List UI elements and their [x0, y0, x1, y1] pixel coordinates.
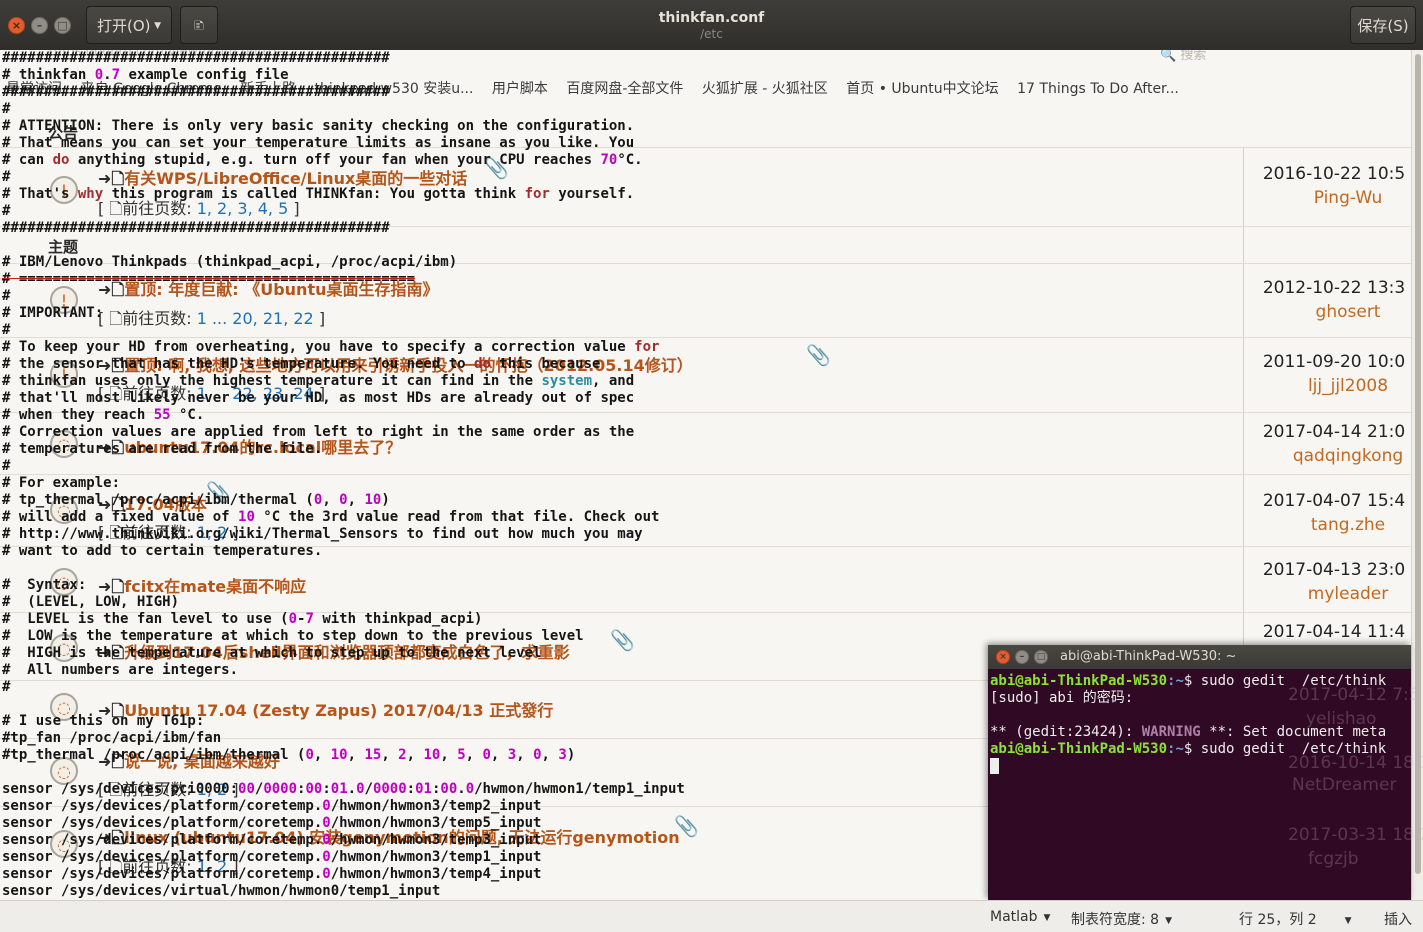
code-line[interactable]: ########################################…: [2, 220, 685, 237]
terminal-line: [990, 758, 1411, 775]
code-line[interactable]: sensor /sys/devices/platform/coretemp.0/…: [2, 866, 685, 883]
code-line[interactable]: # LEVEL is the fan level to use (0-7 wit…: [2, 611, 685, 628]
code-line[interactable]: #: [2, 322, 685, 339]
code-line[interactable]: # thinkfan uses only the highest tempera…: [2, 373, 685, 390]
code-line[interactable]: # Correction values are applied from lef…: [2, 424, 685, 441]
code-line[interactable]: # thinkfan 0.7 example config file: [2, 67, 685, 84]
code-line[interactable]: # That means you can set your temperatur…: [2, 135, 685, 152]
terminal-line: [sudo] abi 的密码:: [990, 690, 1134, 706]
code-line[interactable]: #tp_thermal /proc/acpi/ibm/thermal (0, 1…: [2, 747, 685, 764]
terminal-close-button[interactable]: ×: [996, 650, 1010, 664]
code-line[interactable]: # That's why this program is called THIN…: [2, 186, 685, 203]
window-maximize-button[interactable]: □: [54, 17, 71, 34]
terminal-prompt: abi@abi-ThinkPad-W530: [990, 673, 1168, 689]
terminal-titlebar: × – □ abi@abi-ThinkPad-W530: ~: [988, 645, 1411, 669]
open-button-label: 打开(O): [97, 17, 151, 35]
terminal-line: ** (gedit:23424): WARNING **: Set docume…: [990, 724, 1411, 741]
cursor-position-label: 行 25，列 2: [1239, 912, 1317, 928]
code-line[interactable]: sensor /sys/devices/pci0000:00/0000:00:0…: [2, 781, 685, 798]
document-title: thinkfan.conf: [658, 10, 765, 26]
code-line[interactable]: ​: [2, 696, 685, 713]
terminal-line: abi@abi-ThinkPad-W530:~$ sudo gedit /etc…: [990, 673, 1411, 690]
terminal-maximize-button[interactable]: □: [1034, 650, 1048, 664]
code-line[interactable]: # ======================================…: [2, 271, 685, 288]
code-line[interactable]: # http://www.thinkwiki.org/wiki/Thermal_…: [2, 526, 685, 543]
chevron-down-icon: ▼: [1165, 916, 1172, 926]
tab-width-selector[interactable]: 制表符宽度: 8 ▼: [1071, 909, 1172, 929]
code-line[interactable]: #: [2, 203, 685, 220]
terminal-output[interactable]: abi@abi-ThinkPad-W530:~$ sudo gedit /etc…: [990, 673, 1411, 898]
terminal-command: $ sudo gedit /etc/think: [1183, 741, 1387, 757]
code-line[interactable]: ########################################…: [2, 84, 685, 101]
terminal-minimize-button[interactable]: –: [1015, 650, 1029, 664]
code-line[interactable]: # that'll most likely never be your HD, …: [2, 390, 685, 407]
language-label: Matlab: [990, 909, 1038, 925]
code-line[interactable]: ​: [2, 560, 685, 577]
code-content[interactable]: ########################################…: [2, 50, 685, 900]
code-line[interactable]: # can do anything stupid, e.g. turn off …: [2, 152, 685, 169]
code-line[interactable]: # HIGH is the temperature at which to st…: [2, 645, 685, 662]
code-line[interactable]: # To keep your HD from overheating, you …: [2, 339, 685, 356]
terminal-warning-prefix: ** (gedit:23424):: [990, 724, 1142, 740]
open-menu-button[interactable]: 打开(O) ▼: [86, 6, 172, 44]
code-line[interactable]: # All numbers are integers.: [2, 662, 685, 679]
code-line[interactable]: # ATTENTION: There is only very basic sa…: [2, 118, 685, 135]
code-line[interactable]: # tp_thermal /proc/acpi/ibm/thermal (0, …: [2, 492, 685, 509]
code-line[interactable]: # the sensor that has the HD's temperatu…: [2, 356, 685, 373]
tab-width-label: 制表符宽度: 8: [1071, 912, 1160, 928]
code-line[interactable]: # (LEVEL, LOW, HIGH): [2, 594, 685, 611]
code-line[interactable]: #tp_fan /proc/acpi/ibm/fan: [2, 730, 685, 747]
document-plus-icon: 🗈: [193, 18, 205, 34]
status-bar: Matlab ▼ 制表符宽度: 8 ▼ 行 25，列 2 ▼ 插入: [0, 900, 1423, 932]
code-line[interactable]: # IMPORTANT:: [2, 305, 685, 322]
code-line[interactable]: # For example:: [2, 475, 685, 492]
code-line[interactable]: # IBM/Lenovo Thinkpads (thinkpad_acpi, /…: [2, 254, 685, 271]
terminal-cursor: [990, 758, 999, 774]
terminal-title: abi@abi-ThinkPad-W530: ~: [1060, 649, 1237, 664]
window-close-button[interactable]: ×: [8, 17, 25, 34]
terminal-warning-text: **: Set document meta: [1200, 724, 1387, 740]
code-line[interactable]: # LOW is the temperature at which to ste…: [2, 628, 685, 645]
window-titlebar: × – □ 打开(O) ▼ 🗈 thinkfan.conf /etc 保存(S): [0, 0, 1423, 50]
code-line[interactable]: #: [2, 169, 685, 186]
insert-mode-indicator[interactable]: 插入: [1384, 909, 1412, 929]
terminal-prompt: abi@abi-ThinkPad-W530: [990, 741, 1168, 757]
terminal-path: :~: [1167, 673, 1184, 689]
code-line[interactable]: ​: [2, 237, 685, 254]
code-line[interactable]: # Syntax:: [2, 577, 685, 594]
code-line[interactable]: ​: [2, 764, 685, 781]
code-line[interactable]: #: [2, 288, 685, 305]
code-line[interactable]: #: [2, 101, 685, 118]
code-line[interactable]: sensor /sys/devices/platform/coretemp.0/…: [2, 849, 685, 866]
code-line[interactable]: #: [2, 679, 685, 696]
chevron-down-icon: ▼: [154, 21, 161, 31]
code-line[interactable]: # temperatures are read from the file.: [2, 441, 685, 458]
cursor-position[interactable]: 行 25，列 2 ▼: [1239, 909, 1352, 929]
code-line[interactable]: ########################################…: [2, 50, 685, 67]
terminal-warning: WARNING: [1141, 724, 1201, 740]
terminal-command: $ sudo gedit /etc/think: [1183, 673, 1387, 689]
code-line[interactable]: sensor /sys/devices/platform/coretemp.0/…: [2, 798, 685, 815]
code-line[interactable]: sensor /sys/devices/platform/coretemp.0/…: [2, 832, 685, 849]
language-selector[interactable]: Matlab ▼: [990, 909, 1050, 925]
new-tab-button[interactable]: 🗈: [180, 6, 218, 44]
window-minimize-button[interactable]: –: [31, 17, 48, 34]
document-path: /etc: [700, 27, 723, 41]
code-line[interactable]: # I use this on my T61p:: [2, 713, 685, 730]
chevron-down-icon: ▼: [1344, 916, 1352, 926]
code-line[interactable]: #: [2, 458, 685, 475]
code-line[interactable]: sensor /sys/devices/platform/coretemp.0/…: [2, 815, 685, 832]
scrollbar-thumb[interactable]: [1415, 54, 1421, 874]
terminal-line: abi@abi-ThinkPad-W530:~$ sudo gedit /etc…: [990, 741, 1411, 758]
terminal-path: :~: [1167, 741, 1184, 757]
code-line[interactable]: # when they reach 55 °C.: [2, 407, 685, 424]
code-line[interactable]: # will add a fixed value of 10 °C the 3r…: [2, 509, 685, 526]
code-line[interactable]: # want to add to certain temperatures.: [2, 543, 685, 560]
chevron-down-icon: ▼: [1043, 913, 1051, 923]
save-button[interactable]: 保存(S): [1350, 6, 1416, 44]
terminal-window[interactable]: × – □ abi@abi-ThinkPad-W530: ~ 2017-04-1…: [988, 645, 1423, 900]
code-line[interactable]: sensor /sys/devices/virtual/hwmon/hwmon0…: [2, 883, 685, 900]
